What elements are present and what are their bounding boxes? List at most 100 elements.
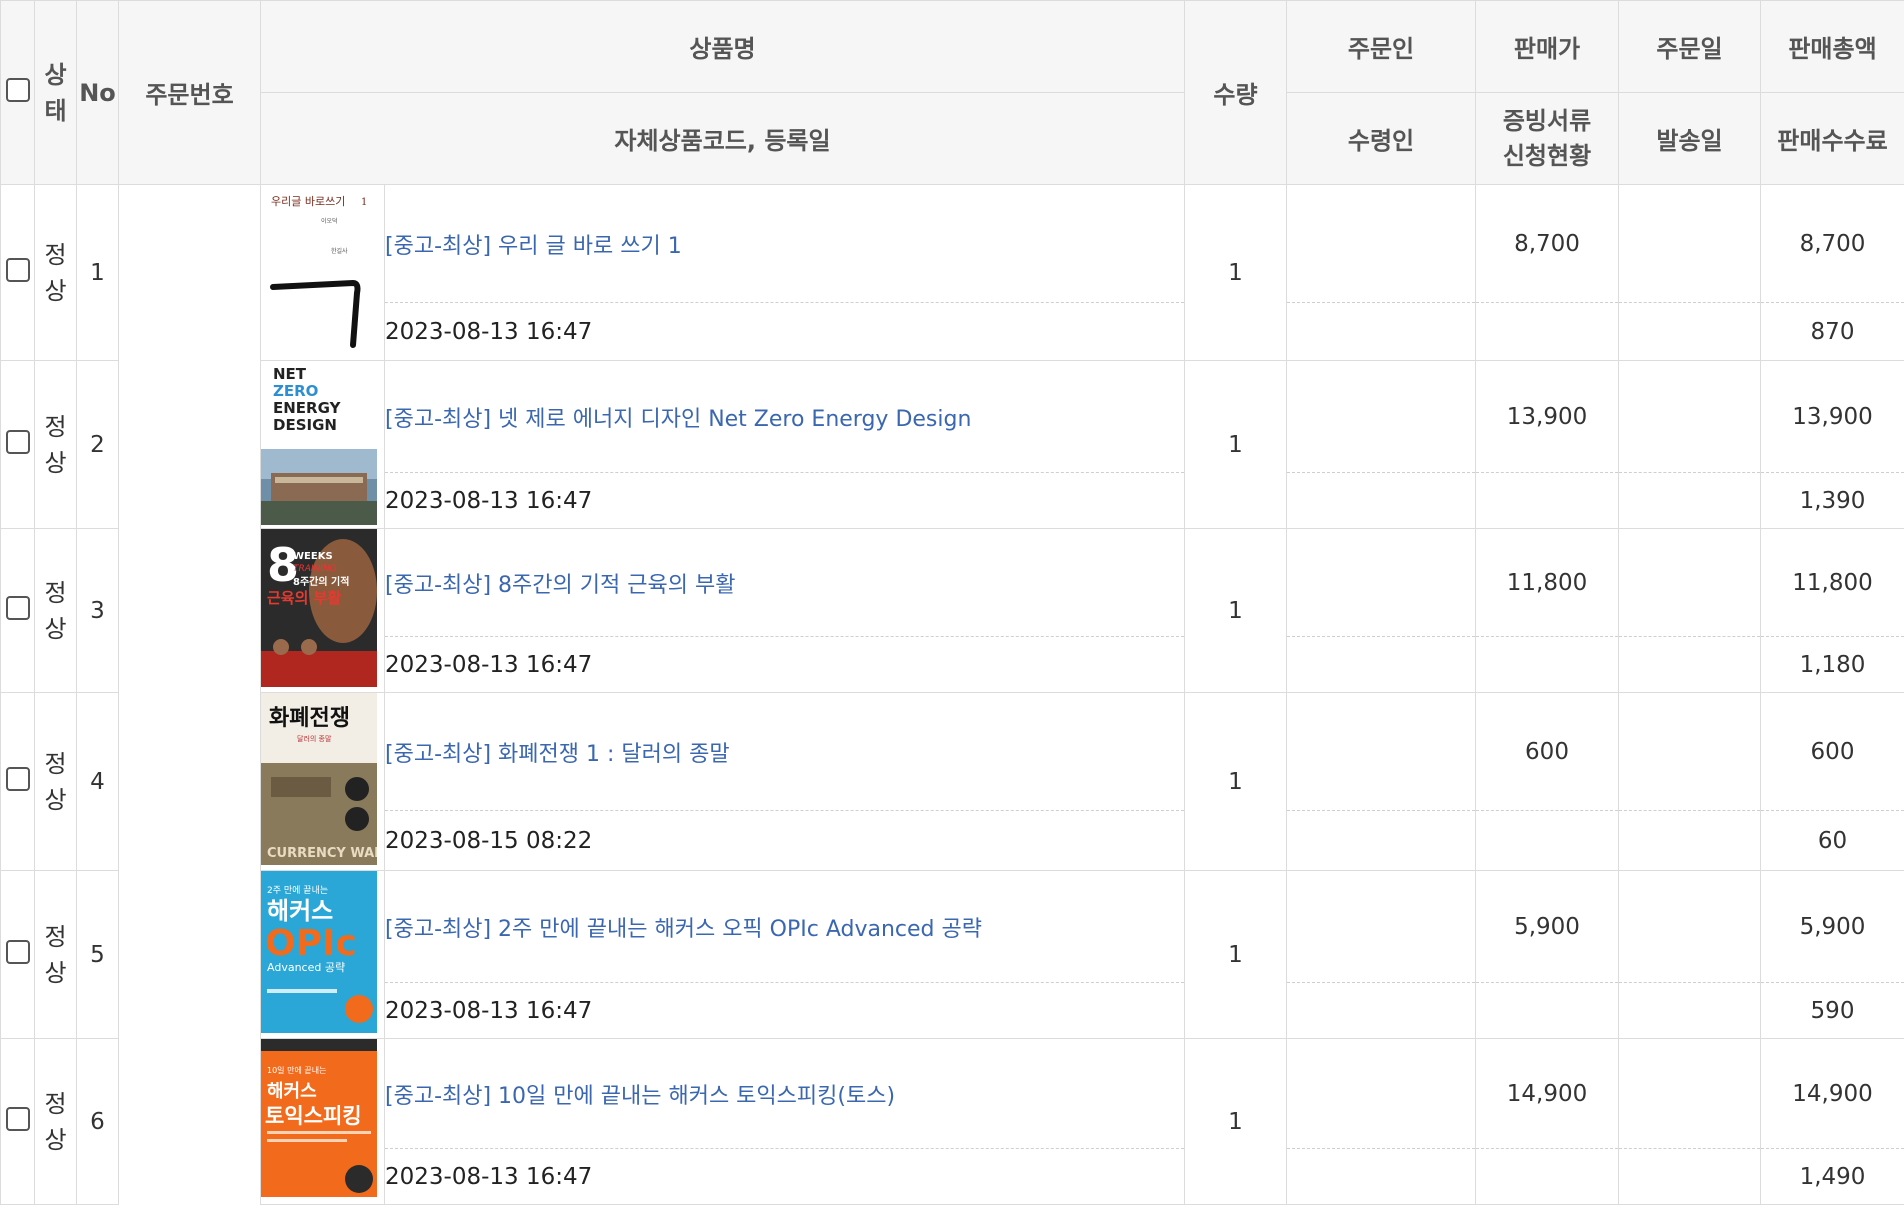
product-thumbnail[interactable]: 화폐전쟁 달러의 종말 CURRENCY WARS (261, 693, 385, 871)
product-reg-date: 2023-08-13 16:47 (385, 1149, 1185, 1205)
product-reg-date: 2023-08-15 08:22 (385, 811, 1185, 871)
cover-8weeks: 8 WEEKS TRAINING 8주간의 기적 근육의 부활 (261, 529, 377, 687)
evidence-cell (1476, 637, 1619, 693)
header-evidence-line2: 신청현황 (1503, 142, 1591, 170)
row-checkbox-cell (1, 185, 35, 361)
header-product-name: 상품명 (261, 1, 1185, 93)
row-price: 8,700 (1476, 185, 1619, 303)
row-checkbox-cell (1, 1039, 35, 1205)
order-list-page: 상태 No 주문번호 상품명 수량 주문인 판매가 주문일 판매총액 자체상품코… (0, 0, 1904, 1194)
orderer-cell (1287, 529, 1476, 637)
product-thumbnail[interactable]: 8 WEEKS TRAINING 8주간의 기적 근육의 부활 (261, 529, 385, 693)
product-title-link[interactable]: [중고-최상] 넷 제로 에너지 디자인 Net Zero Energy Des… (385, 361, 1185, 473)
order-date-cell (1619, 693, 1761, 811)
row-total: 14,900 (1761, 1039, 1904, 1149)
svg-text:화폐전쟁: 화폐전쟁 (269, 705, 350, 731)
row-quantity: 1 (1185, 361, 1287, 529)
product-title-link[interactable]: [중고-최상] 화폐전쟁 1 : 달러의 종말 (385, 693, 1185, 811)
product-title-link[interactable]: [중고-최상] 8주간의 기적 근육의 부활 (385, 529, 1185, 637)
product-thumbnail[interactable]: NET ZERO ENERGY DESIGN (261, 361, 385, 529)
evidence-cell (1476, 1149, 1619, 1205)
table-row: 정상 2 NET ZERO ENERGY DESIGN (1, 361, 1904, 473)
product-thumbnail[interactable]: 우리글 바로쓰기 1 이오덕 한길사 (261, 185, 385, 361)
ship-date-cell (1619, 473, 1761, 529)
product-title-link[interactable]: [중고-최상] 2주 만에 끝내는 해커스 오픽 OPIc Advanced 공… (385, 871, 1185, 983)
svg-text:WEEKS: WEEKS (293, 551, 333, 562)
row-total: 600 (1761, 693, 1904, 811)
status-char-2: 상 (44, 786, 66, 814)
table-row: 정상 4 화폐전쟁 달러의 종말 CURRENCY WARS [중 (1, 693, 1904, 811)
receiver-cell (1287, 811, 1476, 871)
header-price: 판매가 (1476, 1, 1619, 93)
row-quantity: 1 (1185, 693, 1287, 871)
row-checkbox[interactable] (6, 940, 30, 964)
status-char-1: 정 (44, 1090, 66, 1118)
status-cell: 정상 (35, 693, 77, 871)
row-checkbox-cell (1, 871, 35, 1039)
row-price: 13,900 (1476, 361, 1619, 473)
header-quantity: 수량 (1185, 1, 1287, 185)
status-char-2: 상 (44, 1126, 66, 1154)
receiver-cell (1287, 303, 1476, 361)
cover-currency: 화폐전쟁 달러의 종말 CURRENCY WARS (261, 693, 377, 865)
status-char-1: 정 (44, 579, 66, 607)
svg-text:근육의 부활: 근육의 부활 (267, 589, 341, 607)
evidence-cell (1476, 303, 1619, 361)
row-checkbox[interactable] (6, 767, 30, 791)
table-row: 정상 5 2주 만에 끝내는 해커스 OPIc Advanced 공략 [중고-… (1, 871, 1904, 983)
row-fee: 870 (1761, 303, 1904, 361)
row-fee: 1,180 (1761, 637, 1904, 693)
svg-text:우리글 바로쓰기: 우리글 바로쓰기 (271, 195, 345, 208)
select-all-checkbox[interactable] (6, 78, 30, 102)
row-fee: 1,490 (1761, 1149, 1904, 1205)
row-price: 11,800 (1476, 529, 1619, 637)
product-thumbnail[interactable]: 10일 만에 끝내는 해커스 토익스피킹 (261, 1039, 385, 1205)
cover-urigeul: 우리글 바로쓰기 1 이오덕 한길사 (261, 185, 377, 357)
svg-text:ZERO: ZERO (273, 382, 318, 400)
row-fee: 590 (1761, 983, 1904, 1039)
row-checkbox[interactable] (6, 258, 30, 282)
status-cell: 정상 (35, 1039, 77, 1205)
ship-date-cell (1619, 983, 1761, 1039)
status-cell: 정상 (35, 185, 77, 361)
svg-text:CURRENCY WARS: CURRENCY WARS (267, 846, 377, 861)
svg-text:달러의 종말: 달러의 종말 (297, 734, 332, 743)
status-char-2: 상 (44, 277, 66, 305)
row-checkbox[interactable] (6, 596, 30, 620)
product-title-link[interactable]: [중고-최상] 우리 글 바로 쓰기 1 (385, 185, 1185, 303)
order-date-cell (1619, 1039, 1761, 1149)
order-no-cell (119, 185, 261, 1205)
header-evidence: 증빙서류 신청현황 (1476, 93, 1619, 185)
orderer-cell (1287, 185, 1476, 303)
table-row: 정상 1 우리글 바로쓰기 1 이오덕 한길사 [중고-최상] 우리 글 바로 … (1, 185, 1904, 303)
table-row: 정상 6 10일 만에 끝내는 해커스 토익스피킹 [중고-최상] (1, 1039, 1904, 1149)
product-thumbnail[interactable]: 2주 만에 끝내는 해커스 OPIc Advanced 공략 (261, 871, 385, 1039)
svg-text:8주간의 기적: 8주간의 기적 (293, 575, 349, 588)
status-char-1: 정 (44, 923, 66, 951)
status-cell: 정상 (35, 361, 77, 529)
row-checkbox[interactable] (6, 430, 30, 454)
header-evidence-line1: 증빙서류 (1503, 107, 1591, 135)
row-checkbox[interactable] (6, 1107, 30, 1131)
cover-netzero: NET ZERO ENERGY DESIGN (261, 361, 377, 525)
evidence-cell (1476, 473, 1619, 529)
ship-date-cell (1619, 637, 1761, 693)
row-quantity: 1 (1185, 1039, 1287, 1205)
evidence-cell (1476, 811, 1619, 871)
row-no: 2 (77, 361, 119, 529)
svg-text:DESIGN: DESIGN (273, 416, 337, 434)
header-total: 판매총액 (1761, 1, 1904, 93)
row-total: 13,900 (1761, 361, 1904, 473)
orderer-cell (1287, 361, 1476, 473)
header-product-code-date: 자체상품코드, 등록일 (261, 93, 1185, 185)
svg-text:한길사: 한길사 (331, 247, 348, 255)
receiver-cell (1287, 1149, 1476, 1205)
product-title-link[interactable]: [중고-최상] 10일 만에 끝내는 해커스 토익스피킹(토스) (385, 1039, 1185, 1149)
row-no: 1 (77, 185, 119, 361)
status-cell: 정상 (35, 871, 77, 1039)
orderer-cell (1287, 871, 1476, 983)
ship-date-cell (1619, 1149, 1761, 1205)
product-reg-date: 2023-08-13 16:47 (385, 637, 1185, 693)
row-fee: 60 (1761, 811, 1904, 871)
status-char-2: 상 (44, 449, 66, 477)
